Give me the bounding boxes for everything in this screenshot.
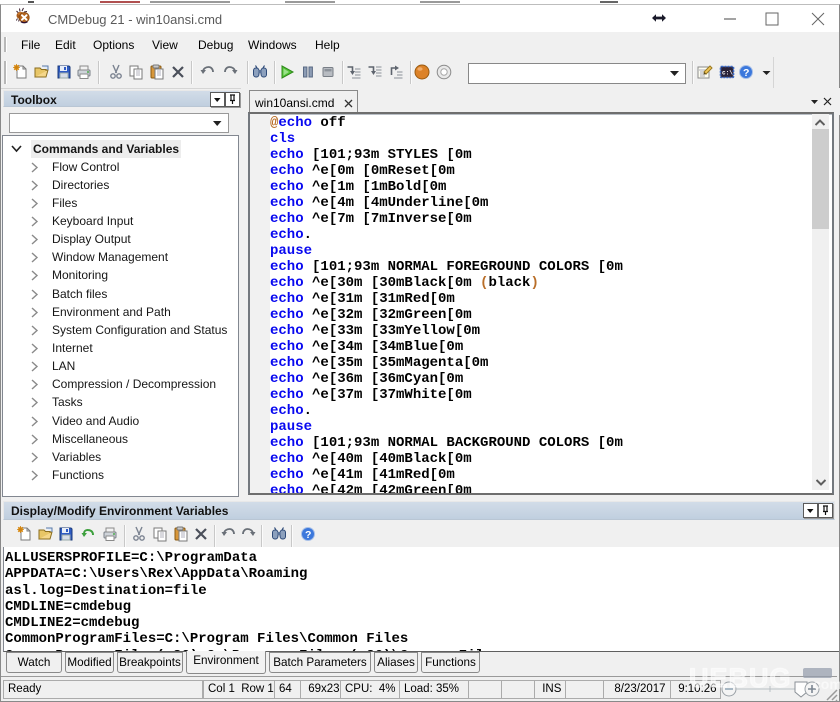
svg-text:c:\_: c:\_ xyxy=(722,70,735,77)
svg-text:?: ? xyxy=(743,67,749,79)
svg-text:?: ? xyxy=(305,529,311,541)
